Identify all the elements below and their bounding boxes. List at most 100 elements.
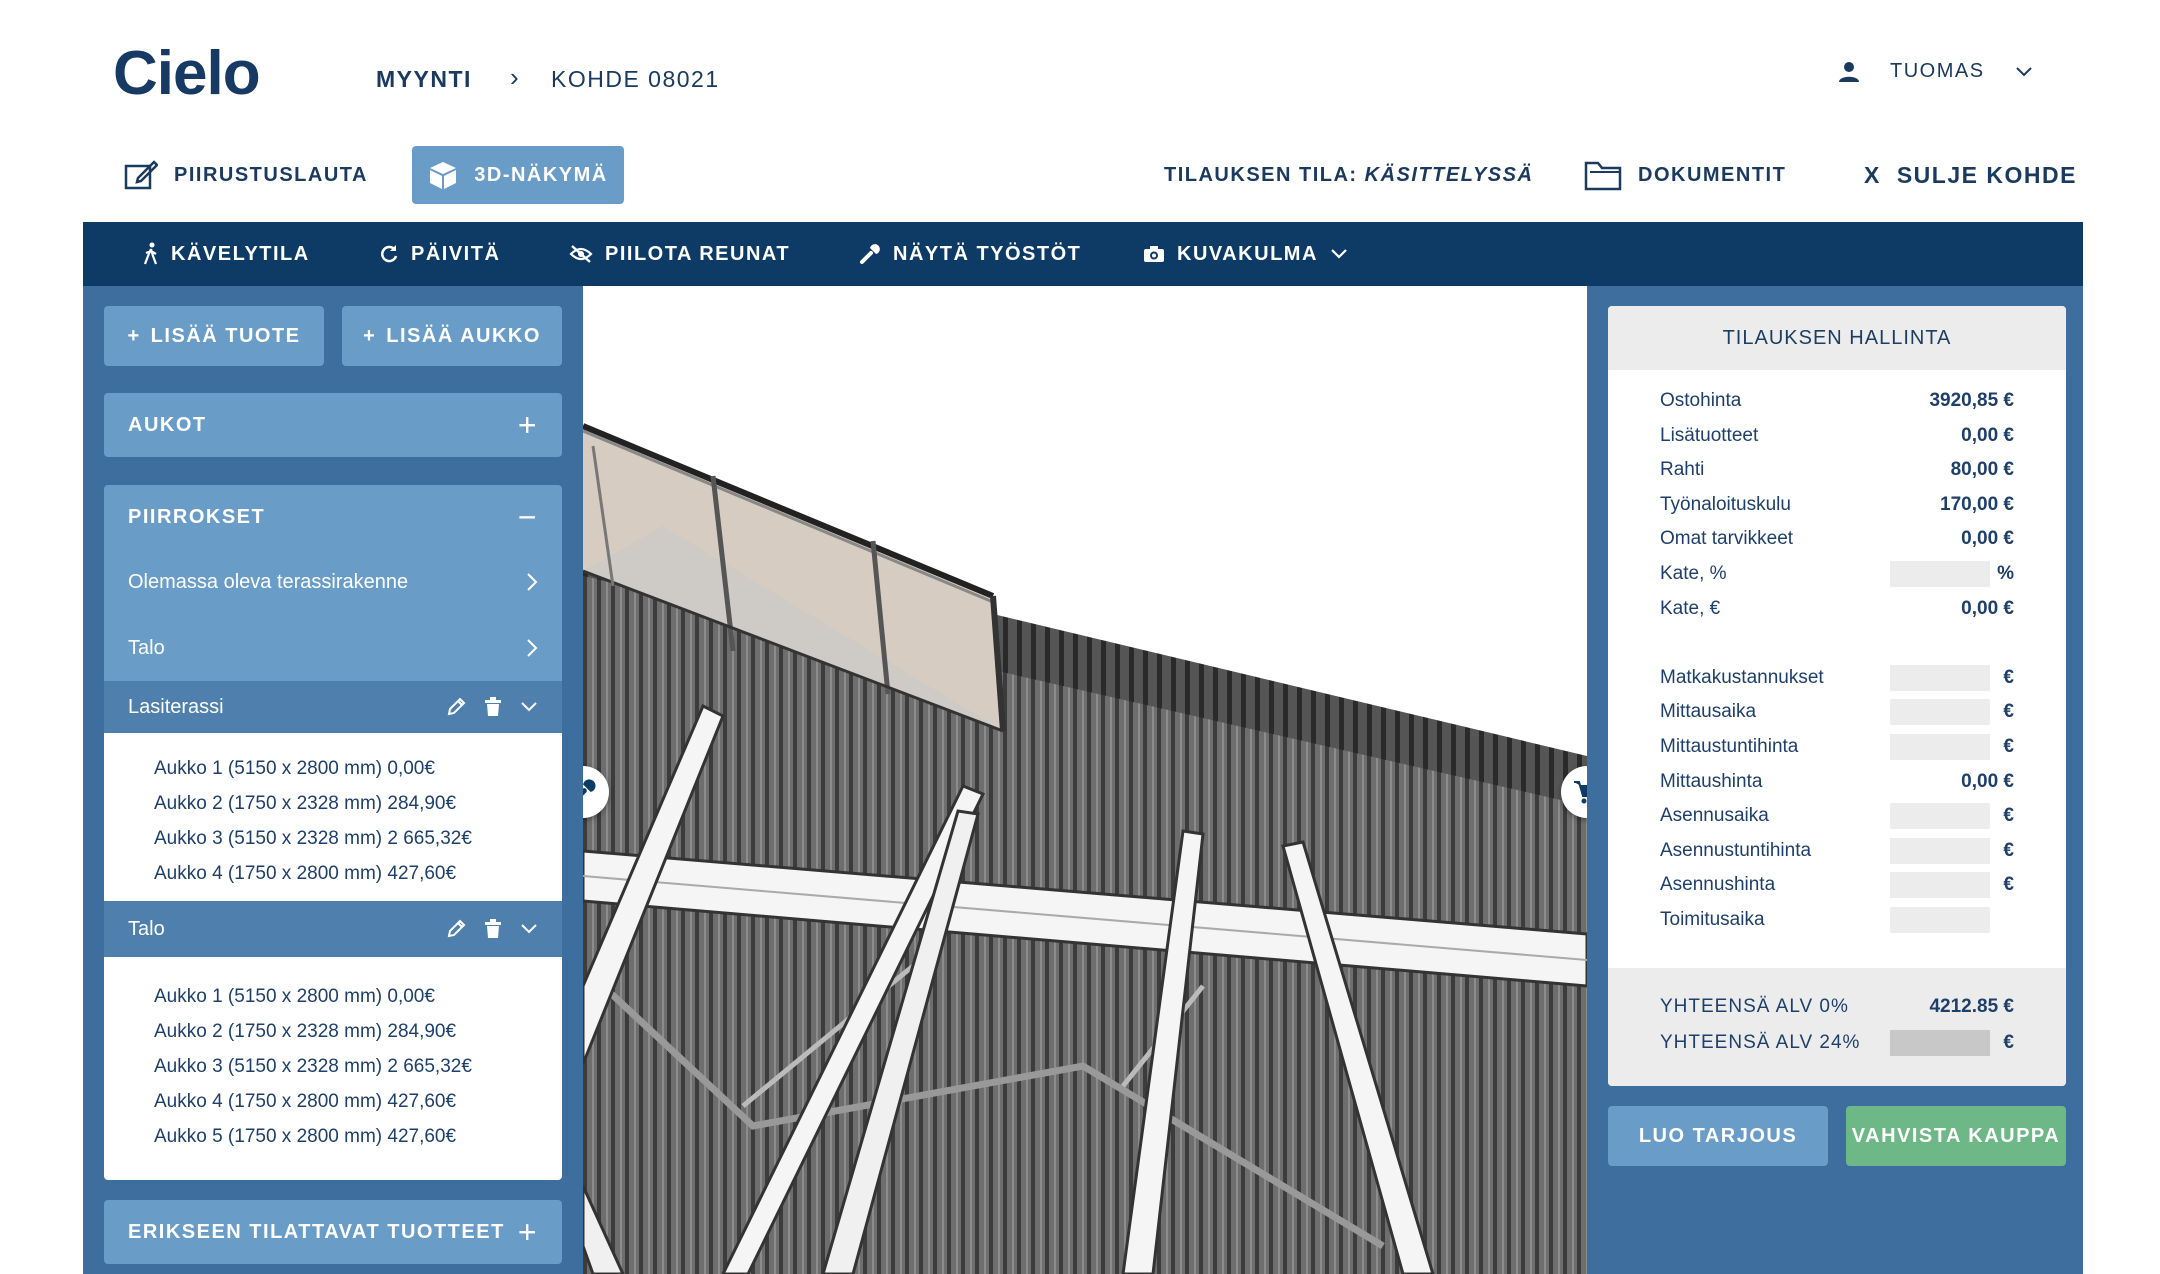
group-title: Talo [128,917,165,940]
total-vat24-label: YHTEENSÄ ALV 24% [1660,1032,1861,1053]
add-product-button[interactable]: + LISÄÄ TUOTE [104,306,324,366]
list-item[interactable]: Aukko 1 (5150 x 2800 mm) 0,00€ [154,751,562,786]
expand-plus-icon[interactable]: + [518,407,538,444]
group-title: Lasiterassi [128,695,224,718]
drawings-section: PIIRROKSET − Olemassa oleva terassiraken… [104,485,562,1180]
price-row-value: 170,00 € [1940,493,2014,515]
price-row-label: Lisätuotteet [1660,424,1759,446]
trash-icon[interactable] [484,697,502,717]
cart-icon [1574,781,1587,804]
trash-icon[interactable] [484,919,502,939]
total-vat0-value: 4212.85 € [1929,996,2014,1017]
list-item[interactable]: Aukko 3 (5150 x 2328 mm) 2 665,32€ [154,821,562,856]
pencil-icon[interactable] [446,919,466,939]
price-row: Toimitusaika [1608,903,2066,938]
close-icon: X [1864,161,1881,188]
price-row-label: Matkakustannukset [1660,666,1824,688]
documents-button[interactable]: DOKUMENTIT [1568,146,1802,204]
collapse-minus-icon[interactable]: − [518,499,538,536]
total-vat24-unit: € [2003,1032,2014,1053]
order-management-card: TILAUKSEN HALLINTA Ostohinta 3920,85 € Lis… [1608,306,2066,1086]
price-row-label: Asennustuntihinta [1660,839,1812,861]
list-item[interactable]: Aukko 2 (1750 x 2328 mm) 284,90€ [154,786,562,821]
chevron-down-icon[interactable] [520,923,538,935]
price-row-unit: € [2003,701,2014,723]
chevron-down-icon[interactable] [520,701,538,713]
price-row: Matkakustannukset € [1608,661,2066,696]
show-work-button[interactable]: NÄYTÄ TYÖSTÖT [859,222,1081,286]
list-item[interactable]: Aukko 2 (1750 x 2328 mm) 284,90€ [154,1014,562,1049]
drawing-item-existing[interactable]: Olemassa oleva terassirakenne [104,549,562,615]
openings-section[interactable]: AUKOT + [104,393,562,457]
3d-model-render[interactable] [583,286,1587,1274]
camera-angle-label: KUVAKULMA [1177,242,1318,265]
list-item[interactable]: Aukko 4 (1750 x 2800 mm) 427,60€ [154,856,562,891]
list-item[interactable]: Aukko 5 (1750 x 2800 mm) 427,60€ [154,1119,562,1154]
list-item[interactable]: Aukko 4 (1750 x 2800 mm) 427,60€ [154,1084,562,1119]
wrench-icon [860,244,880,264]
expand-plus-icon[interactable]: + [518,1214,538,1251]
close-object-button[interactable]: X SULJE KOHDE [1848,146,2093,204]
drawings-title: PIIRROKSET [128,505,266,528]
cielo-logo[interactable]: Cielo [113,38,261,109]
create-offer-button[interactable]: LUO TARJOUS [1608,1106,1828,1166]
price-row: Kate, € 0,00 € [1608,592,2066,627]
refresh-button[interactable]: PÄIVITÄ [379,222,500,286]
drawing-item-talo[interactable]: Talo [104,615,562,681]
documents-label: DOKUMENTIT [1638,163,1787,186]
price-input-field[interactable] [1890,699,1990,726]
price-row-label: Toimitusaika [1660,908,1765,930]
drawing-item-label: Olemassa oleva terassirakenne [128,570,409,593]
price-input-field[interactable] [1890,664,1990,691]
total-vat24-row: YHTEENSÄ ALV 24% € [1660,1030,2014,1056]
drawing-board-tab[interactable]: PIIRUSTUSLAUTA [108,146,384,204]
add-product-label: LISÄÄ TUOTE [150,324,301,347]
hide-edges-button[interactable]: PIILOTA REUNAT [569,222,790,286]
3d-view-tab[interactable]: 3D-NÄKYMÄ [412,146,624,204]
separate-products-section[interactable]: ERIKSEEN TILATTAVAT TUOTTEET + [104,1200,562,1264]
price-input-field[interactable] [1890,872,1990,899]
order-status: TILAUKSEN TILA: KÄSITTELYSSÄ [1164,164,1533,187]
price-row: Työnaloituskulu 170,00 € [1608,488,2066,523]
list-item[interactable]: Aukko 3 (5150 x 2328 mm) 2 665,32€ [154,1049,562,1084]
price-input-field[interactable] [1890,803,1990,830]
price-input-field[interactable] [1890,837,1990,864]
separate-products-title: ERIKSEEN TILATTAVAT TUOTTEET [128,1220,505,1243]
camera-angle-dropdown[interactable]: KUVAKULMA [1143,222,1348,286]
3d-viewport[interactable] [583,286,1587,1274]
price-row-label: Kate, € [1660,597,1721,619]
group-header-lasiterassi[interactable]: Lasiterassi [104,681,562,733]
price-row-unit: € [2003,839,2014,861]
add-opening-label: LISÄÄ AUKKO [386,324,541,347]
price-input-field[interactable] [1890,733,1990,760]
price-input-field[interactable] [1890,906,1990,933]
group-header-talo[interactable]: Talo [104,901,562,957]
3d-view-label: 3D-NÄKYMÄ [474,163,608,186]
add-opening-button[interactable]: + LISÄÄ AUKKO [342,306,562,366]
plus-icon: + [363,324,377,347]
separate-products-header[interactable]: ERIKSEEN TILATTAVAT TUOTTEET + [104,1200,562,1264]
eye-off-icon [569,245,593,263]
openings-title: AUKOT [128,413,207,436]
list-item[interactable]: Aukko 1 (5150 x 2800 mm) 0,00€ [154,979,562,1014]
refresh-icon [381,245,398,263]
breadcrumb-separator: › [510,62,521,92]
price-row: Asennushinta € [1608,868,2066,903]
breadcrumb-myynti[interactable]: MYYNTI [376,66,472,93]
confirm-sale-button[interactable]: VAHVISTA KAUPPA [1846,1106,2066,1166]
price-row-value: 0,00 € [1961,770,2014,792]
mode-row: PIIRUSTUSLAUTA 3D-NÄKYMÄ [0,146,2160,204]
cube-icon [430,162,457,189]
group-list-talo: Aukko 1 (5150 x 2800 mm) 0,00€ Aukko 2 (… [104,957,562,1180]
hide-edges-label: PIILOTA REUNAT [605,242,791,265]
walk-mode-button[interactable]: KÄVELYTILA [143,222,310,286]
drawings-header[interactable]: PIIRROKSET − [104,485,562,549]
pencil-icon[interactable] [446,697,466,717]
user-menu[interactable]: TUOMAS [1838,60,2033,83]
price-input-field[interactable] [1890,560,1990,587]
price-row-label: Mittaushinta [1660,770,1763,792]
price-row-value: 0,00 € [1961,528,2014,550]
openings-header[interactable]: AUKOT + [104,393,562,457]
price-row-label: Mittausaika [1660,701,1757,723]
price-row-label: Asennusaika [1660,805,1769,827]
